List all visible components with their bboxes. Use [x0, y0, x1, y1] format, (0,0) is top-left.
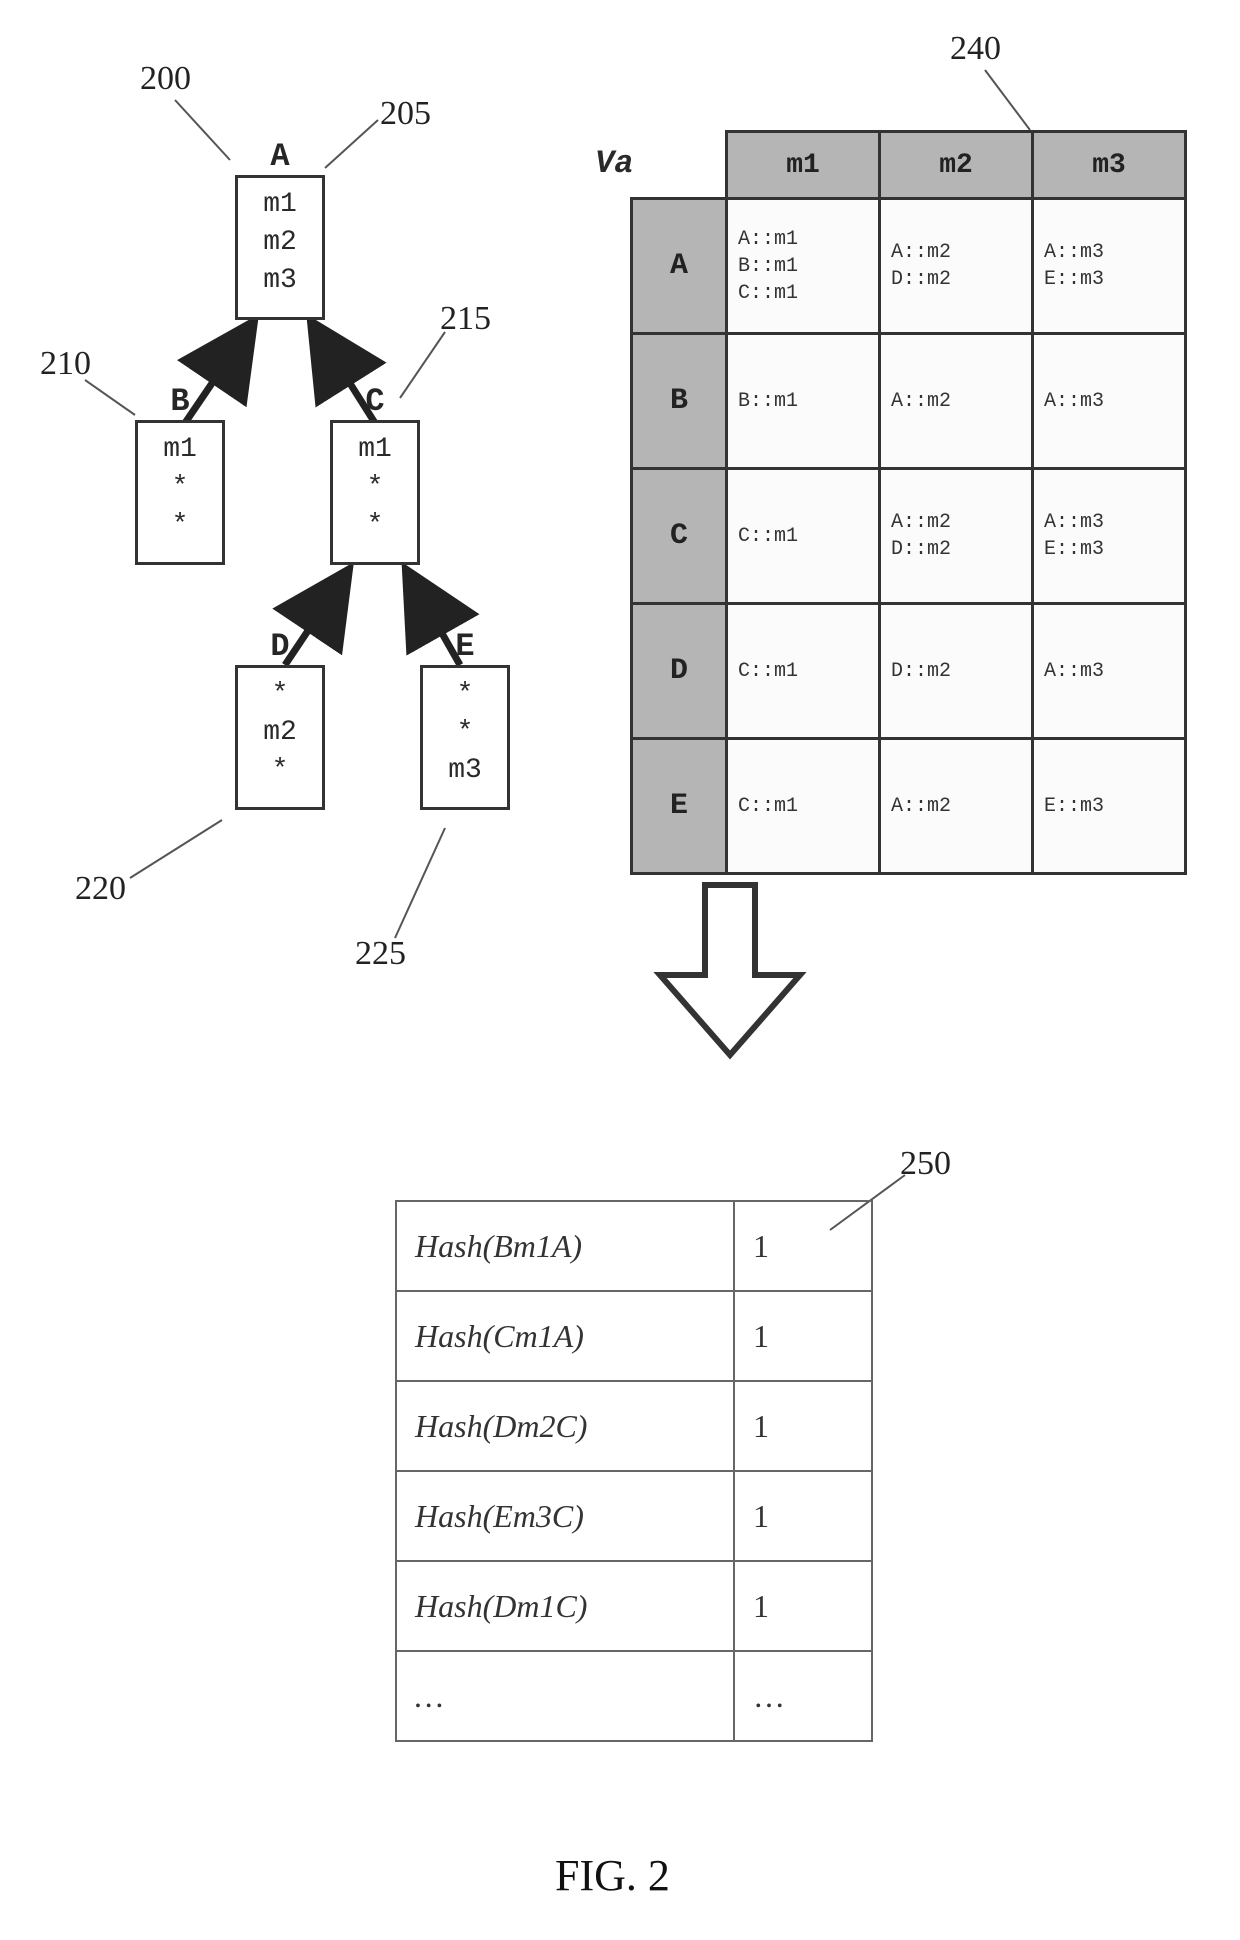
validm-row-header: D [632, 604, 727, 739]
hash-row: Hash(Cm1A)1 [396, 1291, 872, 1381]
validm-row-header: B [632, 334, 727, 469]
validm-cell: A::m3 [1033, 334, 1186, 469]
hash-key: … [396, 1651, 734, 1741]
class-B-label: B [135, 383, 225, 420]
class-line: m2 [238, 714, 322, 752]
ref-220: 220 [75, 870, 126, 908]
ref-200: 200 [140, 60, 191, 98]
validm-row-header: C [632, 469, 727, 604]
ref-210: 210 [40, 345, 91, 383]
ref-215: 215 [440, 300, 491, 338]
validm-cell: A::m2 [880, 334, 1033, 469]
hash-row: Hash(Em3C)1 [396, 1471, 872, 1561]
hash-value: 1 [734, 1471, 872, 1561]
hash-value: 1 [734, 1561, 872, 1651]
hash-table: Hash(Bm1A)1Hash(Cm1A)1Hash(Dm2C)1Hash(Em… [395, 1200, 873, 1742]
validm-cell: A::m3E::m3 [1033, 469, 1186, 604]
class-C-box: m1 * * [330, 420, 420, 565]
class-B-content: m1 * * [138, 423, 222, 554]
validm-row: AA::m1B::m1C::m1A::m2D::m2A::m3E::m3 [632, 199, 1186, 334]
validm-cell: C::m1 [727, 469, 880, 604]
validm-col-m1: m1 [727, 132, 880, 199]
class-line: m3 [423, 752, 507, 790]
validm-row-header: E [632, 739, 727, 874]
validm-cell: A::m2 [880, 739, 1033, 874]
class-C-label: C [330, 383, 420, 420]
class-E-box: * * m3 [420, 665, 510, 810]
hash-value: … [734, 1651, 872, 1741]
class-line: * [423, 676, 507, 714]
validm-cell: A::m3E::m3 [1033, 199, 1186, 334]
hash-row: …… [396, 1651, 872, 1741]
validm-cell: E::m3 [1033, 739, 1186, 874]
validm-cell: B::m1 [727, 334, 880, 469]
class-line: * [138, 469, 222, 507]
class-B-box: m1 * * [135, 420, 225, 565]
hash-value: 1 [734, 1291, 872, 1381]
validm-cell: A::m3 [1033, 604, 1186, 739]
class-D-label: D [235, 628, 325, 665]
ref-225: 225 [355, 935, 406, 973]
validm-cell: D::m2 [880, 604, 1033, 739]
validm-cell: A::m2D::m2 [880, 199, 1033, 334]
class-line: m2 [238, 224, 322, 262]
hash-row: Hash(Dm2C)1 [396, 1381, 872, 1471]
hash-key: Hash(Dm1C) [396, 1561, 734, 1651]
validm-row: DC::m1D::m2A::m3 [632, 604, 1186, 739]
validm-col-m2: m2 [880, 132, 1033, 199]
hash-row: Hash(Bm1A)1 [396, 1201, 872, 1291]
class-line: * [238, 752, 322, 790]
class-D-content: * m2 * [238, 668, 322, 799]
class-line: * [333, 507, 417, 545]
class-line: m1 [333, 431, 417, 469]
validm-row: CC::m1A::m2D::m2A::m3E::m3 [632, 469, 1186, 604]
class-D-box: * m2 * [235, 665, 325, 810]
class-line: * [138, 507, 222, 545]
class-line: m1 [238, 186, 322, 224]
validm-col-m3: m3 [1033, 132, 1186, 199]
hash-key: Hash(Cm1A) [396, 1291, 734, 1381]
class-line: m1 [138, 431, 222, 469]
hash-key: Hash(Bm1A) [396, 1201, 734, 1291]
ref-250: 250 [900, 1145, 951, 1183]
hash-value: 1 [734, 1201, 872, 1291]
figure-canvas: 200 205 210 215 220 225 240 250 A m1 m2 [0, 0, 1240, 1940]
validm-row: EC::m1A::m2E::m3 [632, 739, 1186, 874]
class-line: * [238, 676, 322, 714]
validm-corner [632, 132, 727, 199]
validm-cell: A::m1B::m1C::m1 [727, 199, 880, 334]
down-arrow-icon [650, 875, 810, 1065]
hash-key: Hash(Em3C) [396, 1471, 734, 1561]
validm-table: m1 m2 m3 AA::m1B::m1C::m1A::m2D::m2A::m3… [630, 130, 1187, 875]
class-C-content: m1 * * [333, 423, 417, 554]
class-line: * [333, 469, 417, 507]
class-A-box: m1 m2 m3 [235, 175, 325, 320]
ref-205: 205 [380, 95, 431, 133]
validm-header-row: m1 m2 m3 [632, 132, 1186, 199]
hash-key: Hash(Dm2C) [396, 1381, 734, 1471]
hash-row: Hash(Dm1C)1 [396, 1561, 872, 1651]
figure-caption: FIG. 2 [555, 1850, 670, 1901]
class-line: * [423, 714, 507, 752]
validm-cell: C::m1 [727, 739, 880, 874]
hash-value: 1 [734, 1381, 872, 1471]
validm-cell: A::m2D::m2 [880, 469, 1033, 604]
class-A-content: m1 m2 m3 [238, 178, 322, 309]
validm-row-header: A [632, 199, 727, 334]
class-E-content: * * m3 [423, 668, 507, 799]
validm-row: BB::m1A::m2A::m3 [632, 334, 1186, 469]
validm-cell: C::m1 [727, 604, 880, 739]
class-line: m3 [238, 262, 322, 300]
class-E-label: E [420, 628, 510, 665]
ref-240: 240 [950, 30, 1001, 68]
class-A-label: A [235, 138, 325, 175]
